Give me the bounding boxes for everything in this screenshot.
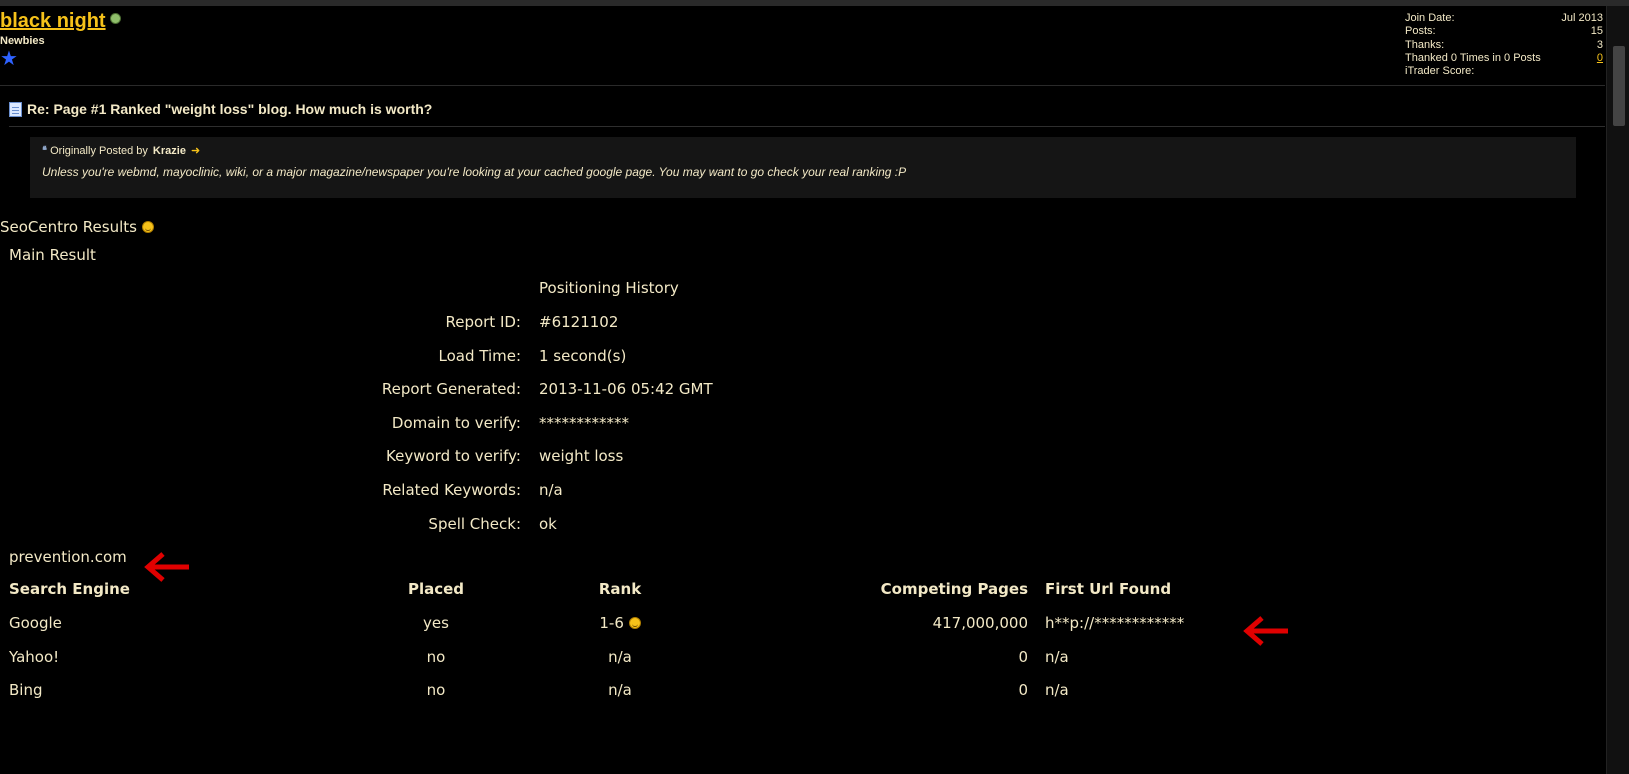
- report-field-row: Related Keywords: n/a: [382, 481, 563, 499]
- table-cell-first-url: n/a: [1045, 648, 1069, 666]
- report-field-row: Report Generated: 2013-11-06 05:42 GMT: [381, 380, 713, 398]
- quote-header: ❛❛ Originally Posted by Krazie ➜: [42, 144, 1564, 158]
- red-arrow-annotation-icon: [1243, 616, 1288, 646]
- user-info-row: Thanked 0 Times in 0 Posts 0: [1405, 51, 1603, 64]
- table-cell-competing: 417,000,000: [932, 614, 1028, 632]
- red-arrow-annotation-icon: [144, 552, 189, 582]
- view-post-arrow-icon[interactable]: ➜: [191, 144, 200, 157]
- user-title: Newbies: [0, 35, 45, 47]
- report-field-row: Spell Check: ok: [428, 515, 557, 533]
- table-cell-competing: 0: [1018, 648, 1028, 666]
- post-title-text: Re: Page #1 Ranked "weight loss" blog. H…: [27, 101, 433, 117]
- post-document-icon: [9, 101, 22, 117]
- positioning-history-label: Positioning History: [539, 279, 679, 297]
- report-field-row: Domain to verify: ************: [391, 414, 629, 432]
- report-field-row: Keyword to verify: weight loss: [386, 447, 624, 465]
- user-info-row: Thanks: 3: [1405, 38, 1603, 51]
- user-info-row: iTrader Score:: [1405, 65, 1475, 78]
- user-info-row: Posts: 15: [1405, 25, 1603, 38]
- quote-icon: ❛❛: [42, 145, 47, 157]
- table-cell-engine: Yahoo!: [9, 648, 60, 666]
- online-status-icon: [109, 13, 121, 24]
- table-header: Search Engine: [9, 580, 130, 598]
- user-block: black night Newbies ★: [0, 10, 121, 68]
- title-rule: [9, 126, 1605, 127]
- table-cell-first-url: n/a: [1045, 681, 1069, 699]
- scrollbar-thumb[interactable]: [1613, 46, 1625, 126]
- quote-author: Krazie: [152, 144, 186, 157]
- top-bar: [0, 0, 1629, 6]
- username-link[interactable]: black night: [0, 10, 106, 33]
- table-cell-engine: Google: [9, 614, 62, 632]
- main-result-label: Main Result: [9, 246, 96, 264]
- quote-prefix: Originally Posted by: [50, 144, 148, 157]
- user-info-panel: Join Date: Jul 2013 Posts: 15 Thanks: 3 Tha…: [1405, 12, 1603, 78]
- rank-star-icon: ★: [0, 46, 18, 70]
- table-cell-engine: Bing: [9, 681, 43, 699]
- seo-results-title: SeoCentro Results: [0, 218, 154, 236]
- smiley-icon: [628, 617, 641, 629]
- report-field-row: Report ID: #6121102: [445, 313, 619, 331]
- quote-text: Unless you're webmd, mayoclinic, wiki, o…: [42, 165, 907, 179]
- table-header: First Url Found: [1045, 580, 1172, 598]
- report-field-row: Load Time: 1 second(s): [438, 347, 627, 365]
- thanked-posts-link[interactable]: 0: [1597, 52, 1603, 64]
- quote-box: ❛❛ Originally Posted by Krazie ➜ Unless …: [30, 137, 1576, 198]
- post-title: Re: Page #1 Ranked "weight loss" blog. H…: [9, 101, 432, 117]
- domain-name: prevention.com: [9, 548, 127, 566]
- post-divider: [0, 85, 1605, 86]
- table-header: Competing Pages: [880, 580, 1028, 598]
- table-cell-competing: 0: [1018, 681, 1028, 699]
- smiley-icon: [141, 221, 154, 233]
- user-info-row: Join Date: Jul 2013: [1405, 12, 1603, 24]
- table-cell-first-url: h**p://************: [1045, 614, 1185, 632]
